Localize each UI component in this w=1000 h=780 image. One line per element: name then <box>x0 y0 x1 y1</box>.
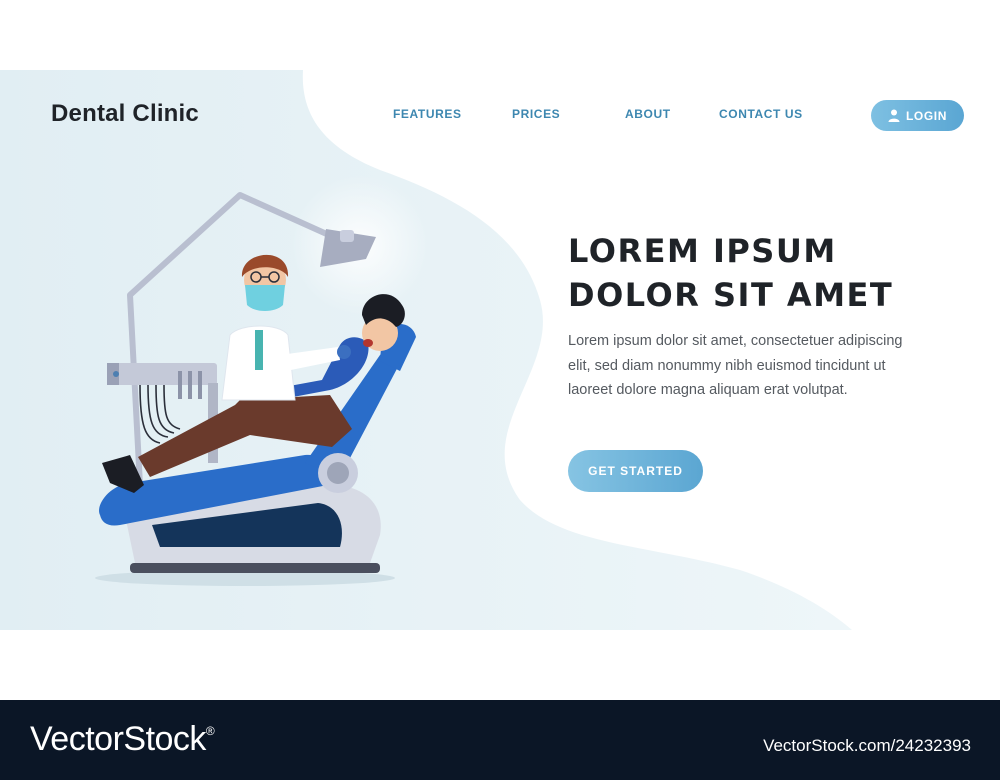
watermark-registered-mark: ® <box>205 724 215 738</box>
headline-line-2: DOLOR SIT AMET <box>568 276 894 314</box>
nav-contact-us[interactable]: CONTACT US <box>719 107 803 121</box>
hero-description: Lorem ipsum dolor sit amet, consectetuer… <box>568 333 903 398</box>
landing-page: Dental Clinic FEATURES PRICES ABOUT CONT… <box>0 0 1000 780</box>
watermark-logo: VectorStock® <box>30 720 215 759</box>
login-label: LOGIN <box>906 108 947 123</box>
dentist-illustration <box>95 192 416 586</box>
headline-line-1: LOREM IPSUM <box>568 232 837 270</box>
get-started-button[interactable]: GET STARTED <box>568 450 703 492</box>
watermark-logo-text: VectorStock <box>30 720 206 758</box>
nav-prices[interactable]: PRICES <box>512 107 560 121</box>
watermark-bar: VectorStock® VectorStock.com/24232393 <box>0 700 1000 780</box>
main-nav: FEATURES PRICES ABOUT CONTACT US <box>0 107 1000 127</box>
nav-about[interactable]: ABOUT <box>625 107 671 121</box>
user-icon <box>888 109 900 122</box>
hero-headline: LOREM IPSUM DOLOR SIT AMET <box>568 229 968 317</box>
login-button[interactable]: LOGIN <box>871 100 964 131</box>
nav-features[interactable]: FEATURES <box>393 107 462 121</box>
watermark-url: VectorStock.com/24232393 <box>763 736 971 755</box>
